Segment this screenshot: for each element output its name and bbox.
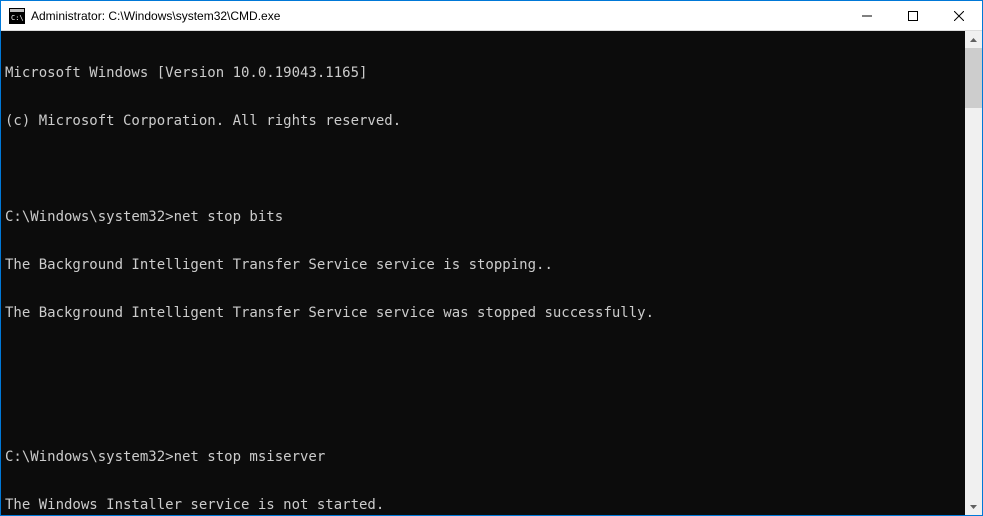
minimize-button[interactable] — [844, 1, 890, 31]
window-title: Administrator: C:\Windows\system32\CMD.e… — [31, 9, 280, 23]
svg-text:C:\: C:\ — [11, 14, 24, 22]
output-line: The Background Intelligent Transfer Serv… — [5, 305, 965, 321]
close-button[interactable] — [936, 1, 982, 31]
client-area: Microsoft Windows [Version 10.0.19043.11… — [1, 31, 982, 515]
titlebar[interactable]: C:\ Administrator: C:\Windows\system32\C… — [1, 1, 982, 31]
output-line: Microsoft Windows [Version 10.0.19043.11… — [5, 65, 965, 81]
vertical-scrollbar[interactable] — [965, 31, 982, 515]
cmd-window: C:\ Administrator: C:\Windows\system32\C… — [1, 1, 982, 515]
output-line: C:\Windows\system32>net stop msiserver — [5, 449, 965, 465]
output-line — [5, 161, 965, 177]
terminal-output[interactable]: Microsoft Windows [Version 10.0.19043.11… — [1, 31, 965, 515]
maximize-button[interactable] — [890, 1, 936, 31]
scroll-up-button[interactable] — [965, 31, 982, 48]
output-line — [5, 353, 965, 369]
scrollbar-track[interactable] — [965, 48, 982, 498]
scroll-down-button[interactable] — [965, 498, 982, 515]
output-line: The Windows Installer service is not sta… — [5, 497, 965, 513]
cmd-icon: C:\ — [9, 8, 25, 24]
scrollbar-thumb[interactable] — [965, 48, 982, 108]
output-line: C:\Windows\system32>net stop bits — [5, 209, 965, 225]
output-line — [5, 401, 965, 417]
output-line: The Background Intelligent Transfer Serv… — [5, 257, 965, 273]
output-line: (c) Microsoft Corporation. All rights re… — [5, 113, 965, 129]
